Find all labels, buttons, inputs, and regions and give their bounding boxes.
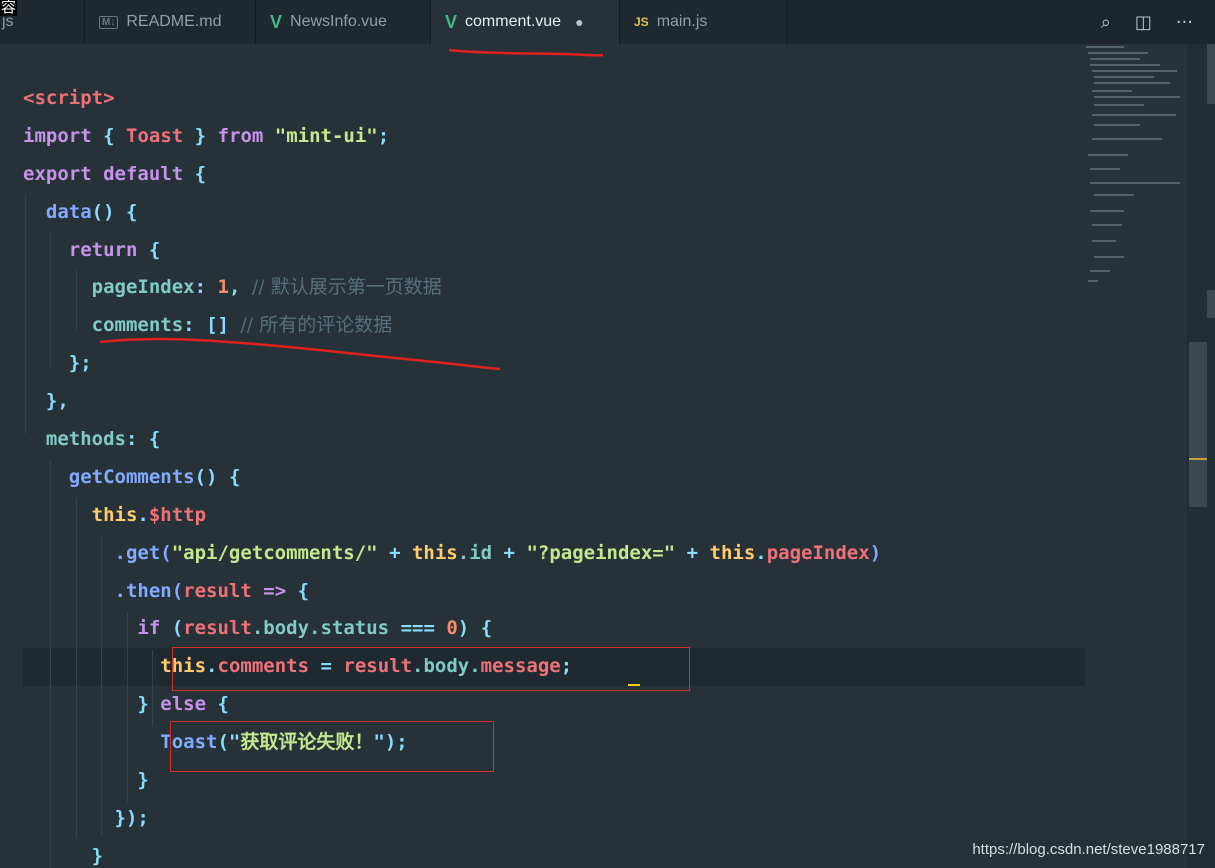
code-line: pageIndex: 1, // 默认展示第一页数据 bbox=[91, 276, 442, 299]
code-line: }, bbox=[45, 390, 69, 413]
vue-file-icon: V bbox=[445, 11, 458, 32]
code-line: .get("api/getcomments/" + this.id + "?pa… bbox=[114, 541, 882, 564]
code-line: }); bbox=[114, 806, 149, 829]
editor-tab-bar: js M↓ README.md V NewsInfo.vue V comment… bbox=[0, 0, 1215, 44]
watermark: https://blog.csdn.net/steve1988717 bbox=[972, 841, 1205, 858]
tab-label: main.js bbox=[656, 13, 708, 30]
vue-file-icon: V bbox=[270, 11, 283, 32]
code-line: this.$http bbox=[91, 503, 207, 526]
tab-main-js[interactable]: JS main.js bbox=[620, 0, 787, 44]
search-icon[interactable]: ⌕ bbox=[1101, 12, 1111, 33]
code-line: data() { bbox=[45, 200, 138, 223]
code-line: .then(result => { bbox=[114, 579, 310, 602]
tab-label: comment.vue bbox=[465, 13, 562, 30]
code-line: <script> bbox=[23, 87, 115, 109]
code-line: } else { bbox=[137, 693, 229, 716]
overview-ruler-marker bbox=[1207, 44, 1215, 104]
tab-comment-vue[interactable]: V comment.vue ● bbox=[431, 0, 620, 44]
code-line: getComments() { bbox=[68, 465, 241, 488]
minimap[interactable] bbox=[1086, 44, 1186, 294]
corner-text: 容 bbox=[0, 0, 18, 16]
unsaved-dot-icon[interactable]: ● bbox=[575, 14, 583, 30]
scrollbar-thumb[interactable] bbox=[1189, 342, 1207, 507]
overview-ruler-marker bbox=[1189, 458, 1207, 460]
tab-readme[interactable]: M↓ README.md bbox=[85, 0, 256, 44]
code-line: } bbox=[91, 844, 104, 867]
tab-label: README.md bbox=[126, 13, 222, 30]
split-editor-icon[interactable]: ◫ bbox=[1135, 12, 1152, 33]
markdown-file-icon: M↓ bbox=[99, 15, 119, 29]
tab-newsinfo-vue[interactable]: V NewsInfo.vue bbox=[256, 0, 431, 44]
overview-ruler-marker bbox=[1207, 290, 1215, 318]
code-line: if (result.body.status === 0) { bbox=[137, 617, 493, 640]
tab-label: NewsInfo.vue bbox=[290, 13, 387, 30]
comments-underline-annotation bbox=[99, 337, 501, 371]
javascript-file-icon: JS bbox=[634, 15, 649, 29]
editor-actions: ⌕ ◫ ··· bbox=[1101, 0, 1215, 44]
code-line: export default { bbox=[23, 162, 207, 185]
code-line: methods: { bbox=[45, 428, 161, 451]
highlight-box-assignment bbox=[172, 647, 690, 691]
code-line: import { Toast } from "mint-ui"; bbox=[23, 124, 390, 147]
code-line: return { bbox=[68, 238, 161, 261]
highlight-box-toast bbox=[170, 721, 494, 772]
more-actions-icon[interactable]: ··· bbox=[1176, 12, 1193, 33]
